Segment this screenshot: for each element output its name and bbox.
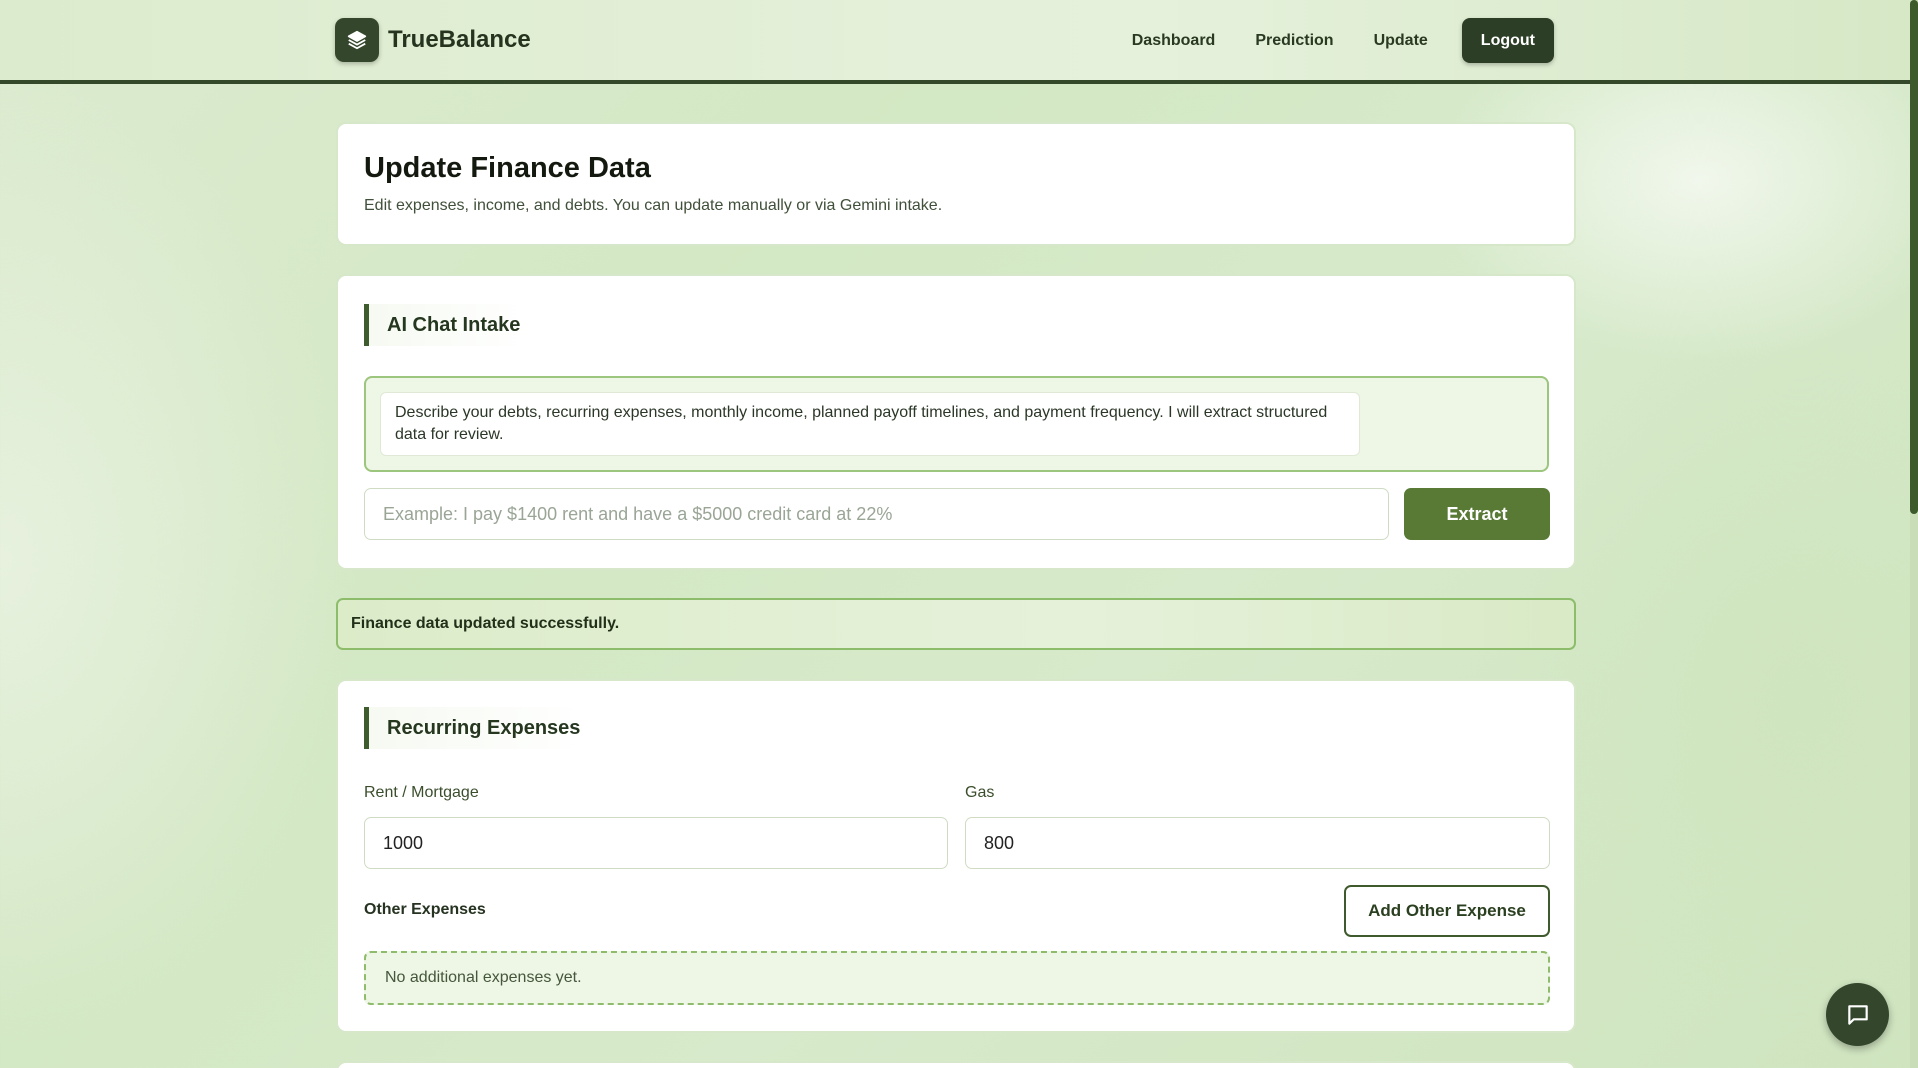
scrollbar-track[interactable] <box>1910 0 1918 1068</box>
logout-button[interactable]: Logout <box>1461 18 1554 63</box>
scrollbar-thumb[interactable] <box>1910 0 1918 514</box>
other-expenses-label: Other Expenses <box>364 901 486 918</box>
next-section-card <box>336 1061 1576 1068</box>
top-navbar: TrueBalance Dashboard Prediction Update … <box>0 0 1910 84</box>
recurring-expenses-heading: Recurring Expenses <box>364 707 589 749</box>
nav-update-link[interactable]: Update <box>1374 32 1428 50</box>
recurring-expenses-card: Recurring Expenses Rent / Mortgage Gas O… <box>336 679 1576 1033</box>
brand-name: TrueBalance <box>388 26 531 53</box>
rent-label: Rent / Mortgage <box>364 784 479 801</box>
brand[interactable]: TrueBalance <box>335 18 531 62</box>
page-header-card: Update Finance Data Edit expenses, incom… <box>336 122 1576 246</box>
rent-input[interactable] <box>364 817 948 869</box>
chat-bubble-icon <box>1847 1004 1868 1025</box>
ai-chat-heading: AI Chat Intake <box>364 304 529 346</box>
gas-input[interactable] <box>965 817 1550 869</box>
layers-icon <box>335 18 379 62</box>
page-subtitle: Edit expenses, income, and debts. You ca… <box>364 197 943 214</box>
add-other-expense-button[interactable]: Add Other Expense <box>1344 885 1550 937</box>
main-nav: Dashboard Prediction Update Logout <box>1092 18 1554 63</box>
chat-transcript: Describe your debts, recurring expenses,… <box>364 376 1549 472</box>
page-title: Update Finance Data <box>364 152 651 184</box>
nav-dashboard-link[interactable]: Dashboard <box>1132 32 1216 50</box>
gas-label: Gas <box>965 784 995 801</box>
other-expenses-empty-state: No additional expenses yet. <box>364 951 1550 1005</box>
ai-chat-card: AI Chat Intake Describe your debts, recu… <box>336 274 1576 570</box>
assistant-message: Describe your debts, recurring expenses,… <box>380 392 1360 456</box>
success-banner: Finance data updated successfully. <box>336 598 1576 650</box>
chat-input[interactable] <box>364 488 1389 540</box>
nav-prediction-link[interactable]: Prediction <box>1255 32 1333 50</box>
extract-button[interactable]: Extract <box>1404 488 1550 540</box>
chat-fab-button[interactable] <box>1826 983 1889 1046</box>
